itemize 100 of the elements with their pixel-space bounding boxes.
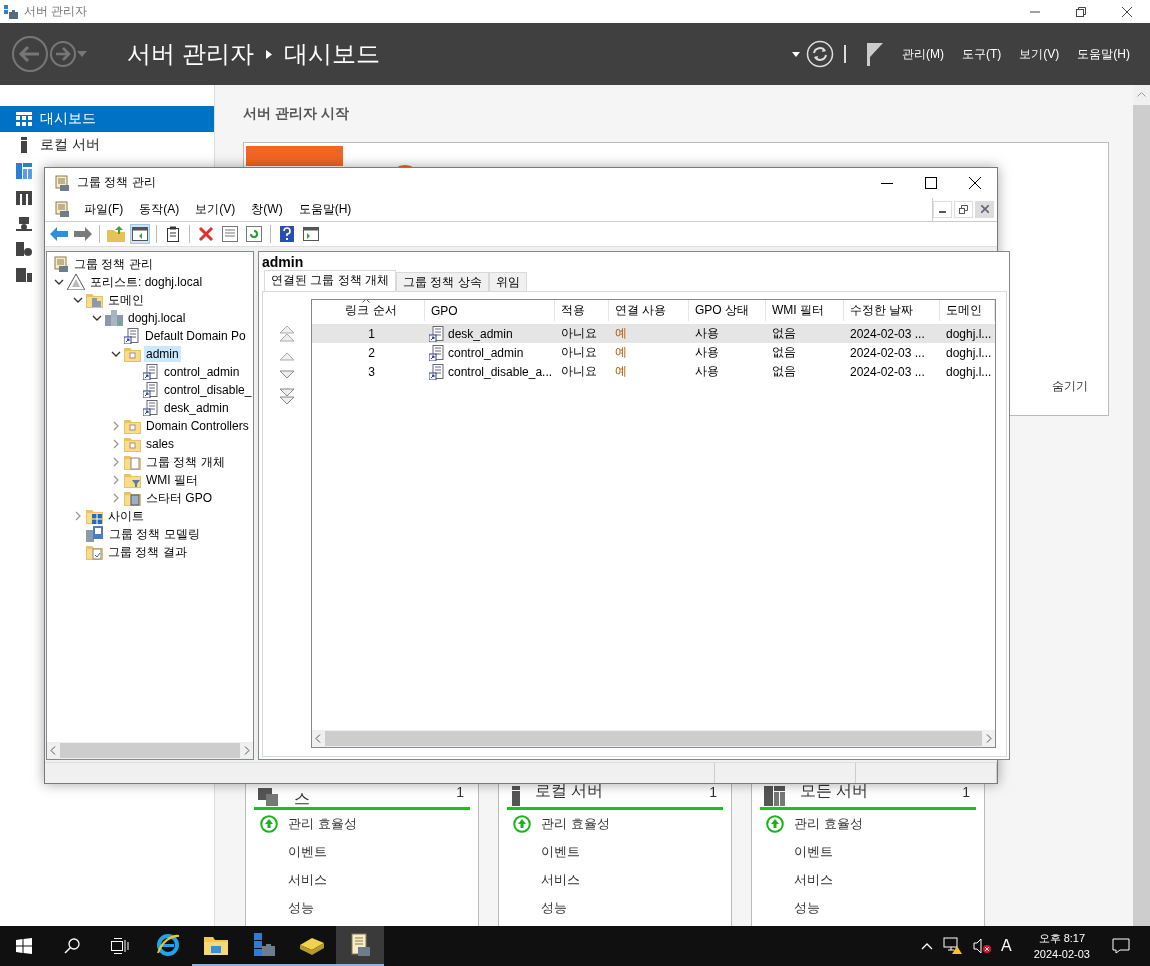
chevron-up-icon[interactable] xyxy=(921,942,934,950)
column-header[interactable]: GPO xyxy=(425,300,555,321)
menu-item[interactable]: 동작(A) xyxy=(137,198,182,220)
close-icon[interactable] xyxy=(969,176,981,189)
quick-start-tile[interactable] xyxy=(246,146,343,166)
search-icon[interactable] xyxy=(64,938,80,954)
collapsed-chevron-icon[interactable] xyxy=(113,421,119,431)
tile-link[interactable]: 관리 효율성 xyxy=(541,815,610,833)
tree-item[interactable]: sales xyxy=(144,436,176,452)
tree-item[interactable]: admin xyxy=(144,346,181,362)
server-app-icon[interactable] xyxy=(252,933,276,957)
close-icon[interactable] xyxy=(1121,5,1133,18)
windows-icon[interactable] xyxy=(16,938,32,954)
tree-item[interactable]: 그룹 정책 관리 xyxy=(72,254,155,274)
tree-item[interactable]: Default Domain Po xyxy=(143,328,248,344)
tool-icon[interactable] xyxy=(299,935,325,955)
menu-item[interactable]: 창(W) xyxy=(249,198,285,220)
panel-icon[interactable] xyxy=(132,227,148,241)
tree-item[interactable]: 사이트 xyxy=(106,506,146,526)
tree-item[interactable]: control_disable_ xyxy=(162,382,253,398)
forward-arrow-icon[interactable] xyxy=(74,227,92,241)
tree-item[interactable]: doghj.local xyxy=(126,310,188,326)
tree-item[interactable]: desk_admin xyxy=(162,400,231,416)
clipboard-icon[interactable] xyxy=(167,226,179,242)
menu-item[interactable]: 도구(T) xyxy=(962,45,1002,63)
tab[interactable]: 그룹 정책 상속 xyxy=(396,272,489,291)
tree-item[interactable]: Domain Controllers xyxy=(144,418,251,434)
tile-link[interactable]: 이벤트 xyxy=(288,843,327,861)
tree-item[interactable]: control_admin xyxy=(162,364,242,380)
tile-link[interactable]: 성능 xyxy=(794,899,820,917)
menu-item[interactable]: 도움말(H) xyxy=(1077,45,1130,63)
restore-icon[interactable] xyxy=(1075,5,1087,18)
move-down-icon[interactable] xyxy=(279,370,295,379)
expanded-chevron-icon[interactable] xyxy=(54,279,64,285)
tree-item[interactable]: 그룹 정책 결과 xyxy=(106,542,189,562)
column-header[interactable]: 연결 사용 xyxy=(609,300,689,321)
menu-item[interactable]: 보기(V) xyxy=(193,198,238,220)
caret-icon[interactable] xyxy=(792,51,800,57)
column-header[interactable]: 수정한 날짜 xyxy=(844,300,940,321)
collapsed-chevron-icon[interactable] xyxy=(113,439,119,449)
expanded-chevron-icon[interactable] xyxy=(111,351,121,357)
menu-item[interactable]: 도움말(H) xyxy=(296,198,354,220)
network-warning-icon[interactable] xyxy=(943,937,964,955)
column-header[interactable]: 링크 순서 xyxy=(312,300,425,321)
clock-date[interactable]: 2024-02-03 xyxy=(1033,946,1090,962)
taskbar-app[interactable] xyxy=(336,926,384,966)
restore-icon[interactable] xyxy=(959,204,968,214)
collapsed-chevron-icon[interactable] xyxy=(75,511,81,521)
expanded-chevron-icon[interactable] xyxy=(92,315,102,321)
breadcrumb-item[interactable]: 서버 관리자 xyxy=(127,38,254,70)
tree-item[interactable]: 도메인 xyxy=(106,290,146,310)
table-row[interactable]: 1 desk_admin 아니요 예 사용 없음 2024-02-03 ... doghj.l... xyxy=(312,324,995,343)
tile-title[interactable]: 스 xyxy=(294,782,443,808)
flag-icon[interactable] xyxy=(866,42,884,66)
delete-icon[interactable] xyxy=(198,226,214,242)
tab[interactable]: 연결된 그룹 정책 개체 xyxy=(264,270,396,291)
sidebar-item[interactable]: 대시보드 xyxy=(0,106,214,132)
back-arrow-icon[interactable] xyxy=(50,227,68,241)
refresh-button[interactable] xyxy=(806,40,834,68)
folder-icon[interactable] xyxy=(204,935,228,955)
notification-icon[interactable] xyxy=(1112,938,1130,954)
clock-time[interactable]: 오후 8:17 xyxy=(1038,930,1086,946)
tree-item[interactable]: 그룹 정책 개체 xyxy=(144,452,227,472)
console-icon[interactable] xyxy=(303,227,319,241)
task-view-icon[interactable] xyxy=(111,938,129,954)
sidebar-item[interactable]: 로컬 서버 xyxy=(0,132,214,158)
collapsed-chevron-icon[interactable] xyxy=(113,475,119,485)
table-row[interactable]: 2 control_admin 아니요 예 사용 없음 2024-02-03 ... doghj.l... xyxy=(312,343,995,362)
browser-icon[interactable] xyxy=(156,933,180,957)
menu-item[interactable]: 파일(F) xyxy=(82,198,126,220)
menu-item[interactable]: 관리(M) xyxy=(902,45,944,63)
tile-link[interactable]: 이벤트 xyxy=(794,843,833,861)
tab[interactable]: 위임 xyxy=(488,272,527,291)
tile-title[interactable]: 모든 서버 xyxy=(800,782,949,800)
volume-muted-icon[interactable] xyxy=(973,938,992,954)
horizontal-scrollbar[interactable] xyxy=(47,742,253,759)
tree-item[interactable]: 그룹 정책 모델링 xyxy=(107,524,202,544)
tile-link[interactable]: 성능 xyxy=(541,899,567,917)
column-header[interactable]: WMI 필터 xyxy=(766,300,844,321)
tree-item[interactable]: 포리스트: doghj.local xyxy=(88,272,205,292)
tile-link[interactable]: 서비스 xyxy=(288,871,327,889)
scroll-icon[interactable] xyxy=(349,933,371,957)
column-header[interactable]: 도메인 xyxy=(940,300,995,321)
horizontal-scrollbar[interactable] xyxy=(312,730,995,747)
folder-up-icon[interactable] xyxy=(107,226,125,242)
scrollbar-thumb[interactable] xyxy=(60,743,240,758)
refresh-icon[interactable] xyxy=(246,226,262,242)
column-header[interactable]: 적용 xyxy=(555,300,609,321)
tree-item[interactable]: 스타터 GPO xyxy=(144,488,214,508)
hide-link[interactable]: 숨기기 xyxy=(1052,378,1088,395)
tile-link[interactable]: 이벤트 xyxy=(541,843,580,861)
move-bottom-icon[interactable] xyxy=(279,388,295,406)
tile-title[interactable]: 로컬 서버 xyxy=(535,782,696,800)
tile-link[interactable]: 서비스 xyxy=(794,871,833,889)
tree-item[interactable]: WMI 필터 xyxy=(144,470,200,490)
tile-link[interactable]: 서비스 xyxy=(541,871,580,889)
collapsed-chevron-icon[interactable] xyxy=(113,457,119,467)
expanded-chevron-icon[interactable] xyxy=(73,297,83,303)
input-indicator[interactable]: A xyxy=(1001,937,1012,955)
tile-link[interactable]: 관리 효율성 xyxy=(288,815,357,833)
